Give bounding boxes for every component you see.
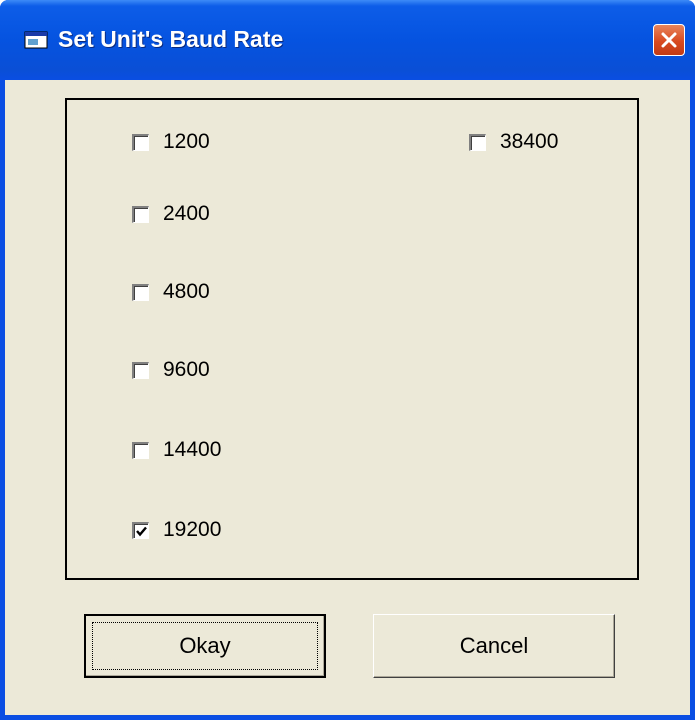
checkbox-label: 38400 (500, 130, 559, 153)
focus-rectangle (92, 622, 318, 670)
okay-button[interactable]: Okay (84, 614, 326, 678)
checkbox-box[interactable] (469, 133, 486, 151)
checkbox-9600[interactable]: 9600 (132, 356, 210, 384)
cancel-button[interactable]: Cancel (373, 614, 615, 678)
checkbox-label: 1200 (163, 130, 210, 153)
cancel-button-label: Cancel (459, 633, 529, 658)
checkbox-19200[interactable]: 19200 (132, 516, 221, 544)
checkbox-box[interactable] (132, 361, 149, 379)
checkbox-box[interactable] (132, 133, 149, 151)
checkbox-box[interactable] (132, 205, 149, 223)
title-bar[interactable]: Set Unit's Baud Rate (0, 0, 695, 80)
checkbox-box[interactable] (132, 283, 149, 301)
checkmark-icon (136, 526, 147, 536)
dialog-window: Set Unit's Baud Rate 1200 2400 4800 9600… (0, 0, 695, 720)
app-window-icon (24, 31, 48, 49)
checkbox-2400[interactable]: 2400 (132, 200, 210, 228)
checkbox-14400[interactable]: 14400 (132, 436, 221, 464)
checkbox-box[interactable] (132, 521, 149, 539)
checkbox-label: 14400 (163, 438, 222, 461)
baud-rate-group: 1200 2400 4800 9600 14400 19200 38400 (65, 98, 639, 580)
close-button[interactable] (653, 24, 685, 56)
close-icon (661, 32, 677, 48)
checkbox-label: 9600 (163, 358, 210, 381)
checkbox-1200[interactable]: 1200 (132, 128, 210, 156)
checkbox-4800[interactable]: 4800 (132, 278, 210, 306)
window-title: Set Unit's Baud Rate (58, 26, 284, 52)
checkbox-label: 4800 (163, 280, 210, 303)
checkbox-label: 19200 (163, 518, 222, 541)
checkbox-box[interactable] (132, 441, 149, 459)
dialog-body: 1200 2400 4800 9600 14400 19200 38400 Ok… (5, 80, 690, 715)
checkbox-38400[interactable]: 38400 (469, 128, 558, 156)
checkbox-label: 2400 (163, 202, 210, 225)
